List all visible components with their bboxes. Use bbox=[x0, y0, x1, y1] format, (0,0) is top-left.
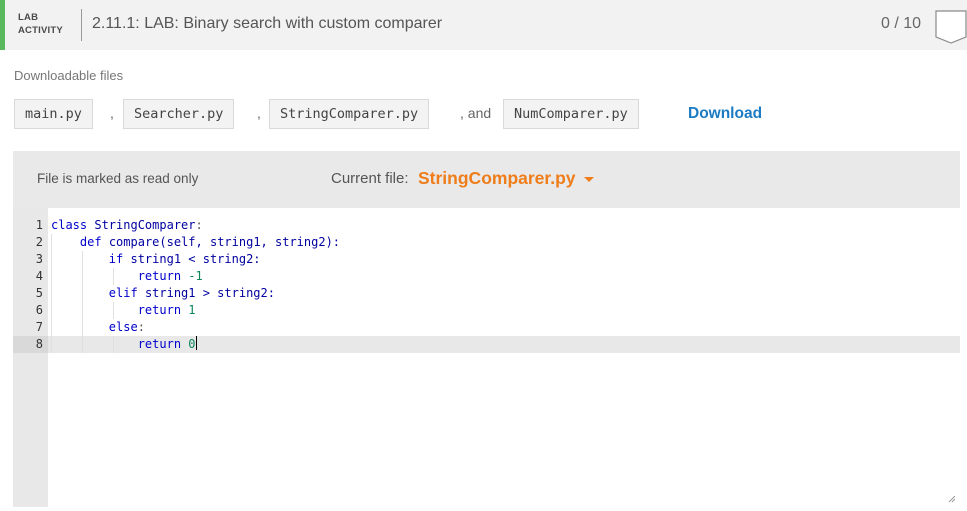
lab-activity-label: LAB ACTIVITY bbox=[18, 11, 74, 37]
file-separator: , and bbox=[460, 105, 492, 121]
file-chip-numcomparer-py[interactable]: NumComparer.py bbox=[503, 99, 639, 129]
code-line: class StringComparer: bbox=[51, 218, 203, 232]
score-text: 0 / 10 bbox=[881, 15, 922, 32]
code-line: else: bbox=[108, 320, 145, 334]
file-separator: , bbox=[257, 105, 261, 121]
file-chip-stringcomparer-py[interactable]: StringComparer.py bbox=[269, 99, 430, 129]
code-line: def compare(self, string1, string2): bbox=[79, 235, 341, 249]
file-separator: , bbox=[110, 105, 114, 121]
current-file-name: StringComparer.py bbox=[418, 168, 576, 188]
editor-panel: File is marked as read only Current file… bbox=[13, 151, 960, 507]
downloadable-files-heading: Downloadable files bbox=[14, 68, 124, 83]
file-chip-searcher-py[interactable]: Searcher.py bbox=[123, 99, 235, 129]
lab-label-line1: LAB bbox=[18, 12, 39, 23]
lab-label-line2: ACTIVITY bbox=[18, 25, 63, 36]
code-line: elif string1 > string2: bbox=[108, 286, 275, 300]
line-number: 3 bbox=[35, 252, 43, 266]
text-cursor bbox=[195, 336, 197, 350]
code-line: return -1 bbox=[137, 269, 203, 283]
score-badge-icon bbox=[935, 10, 967, 44]
line-number: 4 bbox=[35, 269, 43, 283]
code-editor[interactable]: 1 2 3 4 5 6 7 8 class StringComparer: de… bbox=[13, 208, 960, 507]
current-file-label: Current file: bbox=[331, 170, 409, 187]
resize-handle-icon[interactable] bbox=[948, 495, 956, 503]
code-line: if string1 < string2: bbox=[108, 252, 261, 266]
code-line-active: return 0 bbox=[137, 336, 197, 351]
code-line: return 1 bbox=[137, 303, 196, 317]
file-chip-main-py[interactable]: main.py bbox=[14, 99, 93, 129]
line-number: 2 bbox=[35, 235, 43, 249]
download-link[interactable]: Download bbox=[688, 105, 762, 123]
current-file-dropdown[interactable]: StringComparer.py bbox=[418, 168, 594, 189]
header-divider bbox=[81, 9, 82, 41]
line-number: 1 bbox=[35, 218, 43, 232]
line-number: 5 bbox=[35, 286, 43, 300]
activity-header: LAB ACTIVITY 2.11.1: LAB: Binary search … bbox=[0, 0, 967, 50]
activity-title: 2.11.1: LAB: Binary search with custom c… bbox=[92, 15, 443, 32]
line-number: 7 bbox=[35, 320, 43, 334]
line-number: 6 bbox=[35, 303, 43, 317]
line-number: 8 bbox=[35, 337, 43, 351]
chevron-down-icon bbox=[583, 176, 594, 182]
read-only-note: File is marked as read only bbox=[37, 171, 199, 186]
